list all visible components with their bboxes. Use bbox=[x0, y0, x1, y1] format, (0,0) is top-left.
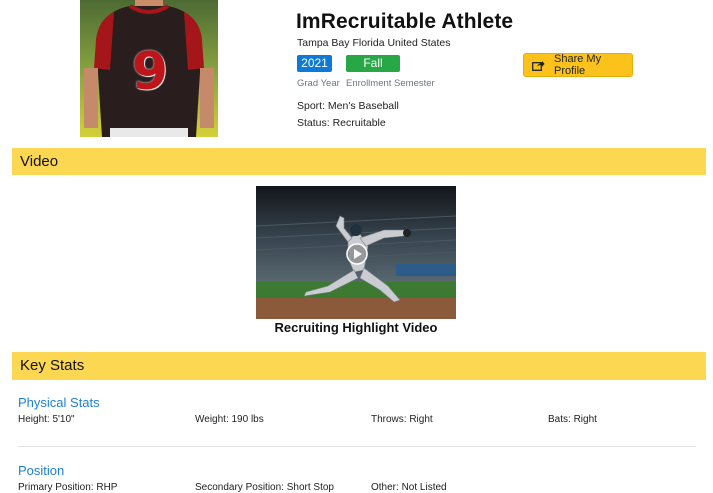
stat-other-position: Other: Not Listed bbox=[371, 482, 447, 493]
stat-weight: Weight: 190 lbs bbox=[195, 414, 264, 425]
stat-primary-position: Primary Position: RHP bbox=[18, 482, 118, 493]
share-profile-button[interactable]: Share My Profile bbox=[523, 53, 633, 77]
play-icon[interactable] bbox=[347, 244, 367, 264]
profile-photo: 9 bbox=[80, 0, 218, 137]
status-line: Status: Recruitable bbox=[297, 117, 386, 129]
enrollment-badge: Fall 2021 bbox=[346, 55, 400, 87]
athlete-location: Tampa Bay Florida United States bbox=[297, 37, 451, 49]
grad-year-label: Grad Year bbox=[297, 78, 340, 89]
athlete-name: ImRecruitable Athlete bbox=[296, 10, 514, 33]
position-heading: Position bbox=[18, 463, 65, 478]
video-thumbnail[interactable] bbox=[256, 186, 456, 319]
grad-year-badge: 2021 bbox=[297, 55, 332, 72]
enrollment-label: Enrollment Semester bbox=[346, 78, 435, 89]
jersey-number: 9 bbox=[131, 42, 169, 102]
stat-bats: Bats: Right bbox=[548, 414, 597, 425]
physical-stats-heading: Physical Stats bbox=[18, 395, 100, 410]
share-icon bbox=[532, 60, 545, 71]
stat-throws: Throws: Right bbox=[371, 414, 433, 425]
sport-line: Sport: Men's Baseball bbox=[297, 100, 399, 112]
video-section-header: Video bbox=[12, 148, 706, 175]
stats-divider bbox=[18, 446, 696, 447]
stat-secondary-position: Secondary Position: Short Stop bbox=[195, 482, 334, 493]
share-profile-label: Share My Profile bbox=[554, 53, 602, 77]
stat-height: Height: 5'10" bbox=[18, 414, 75, 425]
video-caption[interactable]: Recruiting Highlight Video bbox=[256, 320, 456, 335]
key-stats-section-header: Key Stats bbox=[12, 352, 706, 380]
